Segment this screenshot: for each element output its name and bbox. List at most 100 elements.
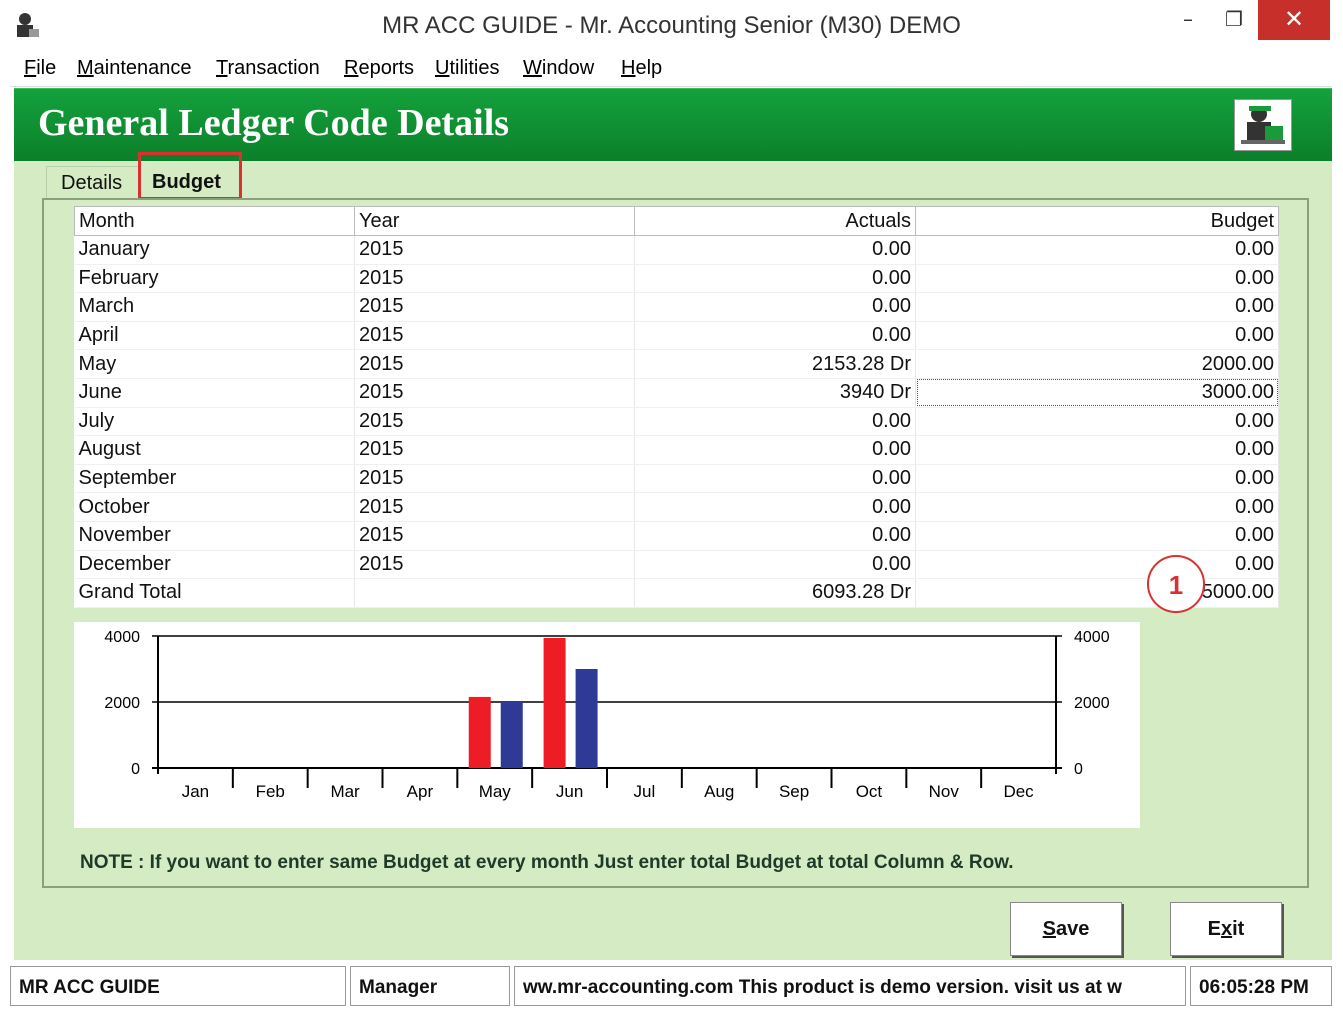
x-tick-label: Apr <box>407 782 434 801</box>
table-row: April 2015 0.00 0.00 <box>74 321 1279 351</box>
bar-budget <box>575 669 598 768</box>
year-cell: 2015 <box>354 378 635 408</box>
budget-cell[interactable]: 0.00 <box>915 292 1279 322</box>
budget-grid: Month Year Actuals Budget January 2015 0.0… <box>74 206 1279 608</box>
table-row: February 2015 0.00 0.00 <box>74 264 1279 294</box>
budget-chart-svg: 0 0 2000 2000 4000 4000 Jan Feb Mar Apr May Jun Jul A… <box>104 629 1256 801</box>
actuals-cell: 0.00 <box>634 235 916 265</box>
budget-panel: Month Year Actuals Budget January 2015 0.0… <box>42 198 1309 888</box>
actuals-cell: 0.00 <box>634 292 916 322</box>
y-tick-label-right: 0 <box>1074 761 1083 778</box>
y-tick-label-right: 2000 <box>1074 695 1110 712</box>
month-cell: August <box>74 435 355 465</box>
x-tick-label: Sep <box>779 782 809 801</box>
year-cell: 2015 <box>354 321 635 351</box>
column-header-month[interactable]: Month <box>74 206 355 236</box>
x-tick-label: Jul <box>634 782 656 801</box>
year-cell <box>354 578 635 608</box>
budget-cell[interactable]: 0.00 <box>915 492 1279 522</box>
exit-button[interactable]: Exit <box>1170 902 1282 956</box>
month-cell: April <box>74 321 355 351</box>
table-row: September 2015 0.00 0.00 <box>74 464 1279 494</box>
column-header-budget[interactable]: Budget <box>915 206 1279 236</box>
x-tick-label: Dec <box>1003 782 1034 801</box>
table-row: August 2015 0.00 0.00 <box>74 435 1279 465</box>
actuals-cell: 0.00 <box>634 521 916 551</box>
tab-details[interactable]: Details <box>46 166 140 199</box>
actuals-cell: 0.00 <box>634 492 916 522</box>
y-tick-label-right: 4000 <box>1074 629 1110 646</box>
table-row: December 2015 0.00 0.00 <box>74 550 1279 580</box>
actuals-cell: 2153.28 Dr <box>634 349 916 379</box>
budget-cell[interactable]: 2000.00 <box>915 349 1279 379</box>
title-bar: MR ACC GUIDE - Mr. Accounting Senior (M3… <box>0 0 1343 52</box>
actuals-total-cell: 6093.28 Dr <box>634 578 916 608</box>
month-cell: October <box>74 492 355 522</box>
x-tick-label: Mar <box>330 782 360 801</box>
x-tick-label: Jan <box>182 782 209 801</box>
year-cell: 2015 <box>354 521 635 551</box>
budget-chart: 0 0 2000 2000 4000 4000 Jan Feb Mar Apr May Jun Jul A… <box>74 622 1257 828</box>
x-tick-label: May <box>479 782 512 801</box>
menu-maintenance[interactable]: Maintenance <box>77 57 192 80</box>
x-tick-label: Jun <box>556 782 583 801</box>
budget-cell[interactable]: 0.00 <box>915 407 1279 437</box>
month-cell: July <box>74 407 355 437</box>
table-row: January 2015 0.00 0.00 <box>74 235 1279 265</box>
budget-cell[interactable]: 0.00 <box>915 264 1279 294</box>
month-cell: June <box>74 378 355 408</box>
actuals-cell: 0.00 <box>634 435 916 465</box>
bar-budget <box>500 702 523 768</box>
month-cell: January <box>74 235 355 265</box>
maximize-button[interactable]: ❐ <box>1210 0 1258 40</box>
menu-file[interactable]: File <box>24 57 56 80</box>
budget-cell[interactable]: 0.00 <box>915 321 1279 351</box>
menu-reports[interactable]: Reports <box>344 57 414 80</box>
month-cell: December <box>74 550 355 580</box>
menu-help[interactable]: Help <box>621 57 662 80</box>
status-clock: 06:05:28 PM <box>1190 966 1332 1006</box>
year-cell: 2015 <box>354 492 635 522</box>
menu-window[interactable]: Window <box>523 57 594 80</box>
month-cell: May <box>74 349 355 379</box>
column-header-actuals[interactable]: Actuals <box>634 206 916 236</box>
x-tick-label: Feb <box>256 782 285 801</box>
grand-total-row: Grand Total 6093.28 Dr 5000.00 <box>74 578 1279 608</box>
status-user: Manager <box>350 966 510 1006</box>
header-banner: General Ledger Code Details <box>14 88 1332 161</box>
month-cell: March <box>74 292 355 322</box>
year-cell: 2015 <box>354 349 635 379</box>
month-cell: February <box>74 264 355 294</box>
menu-transaction[interactable]: Transaction <box>216 57 320 80</box>
budget-cell[interactable]: 0.00 <box>915 521 1279 551</box>
accountant-logo-icon <box>1234 99 1292 151</box>
table-row: March 2015 0.00 0.00 <box>74 292 1279 322</box>
close-button[interactable]: ✕ <box>1258 0 1330 40</box>
table-row: July 2015 0.00 0.00 <box>74 407 1279 437</box>
window-title: MR ACC GUIDE - Mr. Accounting Senior (M3… <box>382 12 961 39</box>
year-cell: 2015 <box>354 264 635 294</box>
budget-cell[interactable]: 0.00 <box>915 550 1279 580</box>
budget-cell-selected[interactable]: 3000.00 <box>915 378 1279 408</box>
tab-highlight-box <box>138 152 242 200</box>
budget-cell[interactable]: 0.00 <box>915 435 1279 465</box>
budget-cell[interactable]: 0.00 <box>915 464 1279 494</box>
y-tick-label-left: 4000 <box>104 629 140 646</box>
actuals-cell: 0.00 <box>634 464 916 494</box>
actuals-cell: 0.00 <box>634 264 916 294</box>
table-row: May 2015 2153.28 Dr 2000.00 <box>74 349 1279 379</box>
table-row: October 2015 0.00 0.00 <box>74 492 1279 522</box>
step-callout-marker: 1 <box>1147 555 1205 613</box>
year-cell: 2015 <box>354 435 635 465</box>
menu-bar: File Maintenance Transaction Reports Uti… <box>10 52 1332 87</box>
minimize-button[interactable]: – <box>1164 0 1212 40</box>
y-tick-label-left: 2000 <box>104 695 140 712</box>
table-row: June 2015 3940 Dr 3000.00 <box>74 378 1279 408</box>
column-header-year[interactable]: Year <box>354 206 635 236</box>
actuals-cell: 0.00 <box>634 407 916 437</box>
bar-actuals <box>468 696 491 768</box>
budget-total-cell[interactable]: 5000.00 <box>915 578 1279 608</box>
budget-cell[interactable]: 0.00 <box>915 235 1279 265</box>
menu-utilities[interactable]: Utilities <box>435 57 499 80</box>
save-button[interactable]: Save <box>1010 902 1122 956</box>
